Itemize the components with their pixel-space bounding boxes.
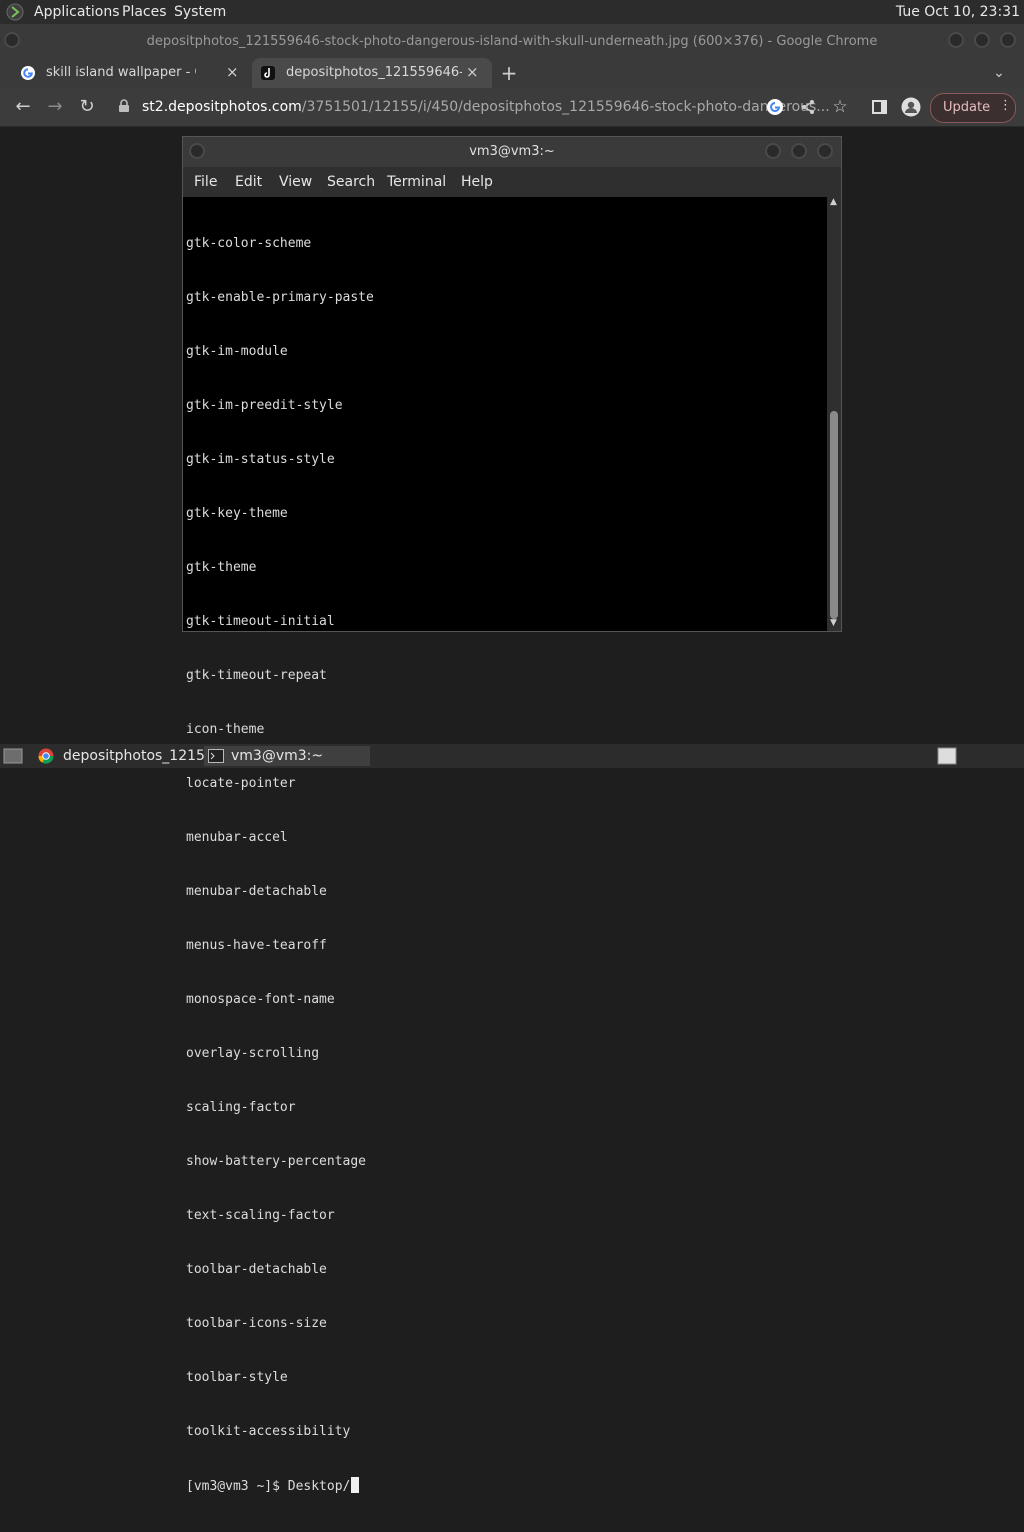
output-line: show-battery-percentage	[186, 1154, 367, 1169]
output-line: menus-have-tearoff	[186, 938, 327, 953]
terminal-close-button[interactable]	[817, 143, 833, 159]
app-logo-icon[interactable]	[6, 3, 24, 21]
chrome-window-titlebar: depositphotos_121559646-stock-photo-dang…	[0, 24, 1024, 58]
output-line: menubar-accel	[186, 830, 288, 845]
maximize-button[interactable]	[974, 32, 990, 48]
kebab-menu-icon[interactable]: ⋮	[999, 98, 1012, 113]
close-tab-icon[interactable]: ×	[466, 63, 479, 81]
menu-view[interactable]: View	[279, 174, 312, 190]
close-tab-icon[interactable]: ×	[226, 63, 239, 81]
text-cursor	[351, 1477, 360, 1493]
menu-help[interactable]: Help	[461, 174, 493, 190]
terminal-menubar: File Edit View Search Terminal Help	[183, 167, 841, 197]
output-line: menubar-detachable	[186, 884, 327, 899]
new-tab-button[interactable]: +	[498, 62, 520, 84]
terminal-maximize-button[interactable]	[791, 143, 807, 159]
bookmark-star-icon[interactable]: ☆	[829, 96, 851, 118]
terminal-icon	[208, 749, 224, 763]
output-line: gtk-im-preedit-style	[186, 398, 343, 413]
scrollbar-thumb[interactable]	[830, 411, 838, 619]
update-button-label: Update	[943, 100, 991, 115]
google-icon	[21, 66, 35, 80]
tab-label: skill island wallpaper - Google	[46, 65, 196, 80]
menu-search[interactable]: Search	[327, 174, 375, 190]
tab-label: depositphotos_121559646-sto	[286, 65, 462, 80]
output-line: gtk-timeout-repeat	[186, 668, 327, 683]
prompt-text: [vm3@vm3 ~]$ Desktop/	[186, 1479, 351, 1494]
back-arrow-icon[interactable]: ←	[12, 96, 34, 118]
top-panel: Applications Places System Tue Oct 10, 2…	[0, 0, 1024, 24]
forward-arrow-icon[interactable]: →	[44, 96, 66, 118]
menu-terminal[interactable]: Terminal	[387, 174, 446, 190]
terminal-output: gtk-color-scheme gtk-enable-primary-past…	[186, 199, 374, 1532]
output-line: overlay-scrolling	[186, 1046, 320, 1061]
applications-menu[interactable]: Applications	[34, 4, 120, 20]
scroll-up-arrow-icon[interactable]: ▲	[830, 197, 837, 207]
output-line: scaling-factor	[186, 1100, 296, 1115]
system-menu[interactable]: System	[174, 4, 226, 20]
show-desktop-icon[interactable]	[3, 748, 23, 764]
taskbar-item-label: depositphotos_1215...	[63, 748, 219, 764]
terminal-minimize-button[interactable]	[765, 143, 781, 159]
output-line: gtk-color-scheme	[186, 236, 312, 251]
taskbar-item-label: vm3@vm3:~	[231, 748, 324, 764]
output-line: locate-pointer	[186, 776, 296, 791]
update-button[interactable]: Update ⋮	[930, 93, 1016, 123]
profile-icon[interactable]	[901, 97, 921, 117]
chrome-window-title: depositphotos_121559646-stock-photo-dang…	[146, 34, 878, 49]
terminal-window-menu-button[interactable]	[189, 143, 205, 159]
prompt-line: [vm3@vm3 ~]$ Desktop/	[186, 1477, 374, 1496]
workspace-switcher-icon[interactable]	[937, 747, 957, 765]
terminal-window: vm3@vm3:~ File Edit View Search Terminal…	[182, 136, 842, 1494]
scroll-down-arrow-icon[interactable]: ▼	[830, 618, 837, 628]
lock-icon[interactable]	[118, 99, 130, 113]
places-menu[interactable]: Places	[122, 4, 167, 20]
taskbar-item-terminal[interactable]: vm3@vm3:~	[204, 746, 370, 766]
output-line: toolbar-style	[186, 1370, 288, 1385]
close-window-button[interactable]	[1000, 32, 1016, 48]
terminal-screen[interactable]: gtk-color-scheme gtk-enable-primary-past…	[183, 197, 827, 1494]
terminal-titlebar: vm3@vm3:~	[183, 137, 841, 167]
output-line: gtk-theme	[186, 560, 257, 575]
chrome-toolbar: ← → ↻ st2.depositphotos.com/3751501/1215…	[0, 88, 1024, 127]
output-line: gtk-key-theme	[186, 506, 288, 521]
output-line: gtk-im-module	[186, 344, 288, 359]
output-line: gtk-enable-primary-paste	[186, 290, 374, 305]
output-line: toolbar-detachable	[186, 1262, 327, 1277]
address-bar[interactable]: st2.depositphotos.com/3751501/12155/i/45…	[112, 93, 856, 121]
minimize-button[interactable]	[948, 32, 964, 48]
terminal-scrollbar[interactable]: ▲ ▼	[827, 197, 841, 631]
menu-file[interactable]: File	[194, 174, 217, 190]
output-line: icon-theme	[186, 722, 265, 737]
output-line: gtk-im-status-style	[186, 452, 335, 467]
reload-icon[interactable]: ↻	[76, 96, 98, 118]
terminal-title: vm3@vm3:~	[469, 144, 555, 159]
url-text: st2.depositphotos.com/3751501/12155/i/45…	[142, 99, 832, 115]
tab-google-search[interactable]: skill island wallpaper - Google ×	[12, 58, 244, 88]
output-line: gtk-timeout-initial	[186, 614, 335, 629]
bottom-taskbar: depositphotos_1215... vm3@vm3:~	[0, 744, 1024, 768]
output-line: toolkit-accessibility	[186, 1424, 351, 1439]
output-line: monospace-font-name	[186, 992, 335, 1007]
url-host: st2.depositphotos.com	[142, 99, 302, 115]
chrome-icon	[38, 748, 54, 764]
menu-edit[interactable]: Edit	[235, 174, 262, 190]
share-icon[interactable]	[800, 99, 816, 115]
tiktok-icon	[261, 66, 275, 80]
url-path: /3751501/12155/i/450/depositphotos_12155…	[301, 99, 830, 115]
tab-strip: skill island wallpaper - Google × deposi…	[0, 58, 1024, 88]
output-line: toolbar-icons-size	[186, 1316, 327, 1331]
google-icon[interactable]	[766, 98, 784, 116]
clock[interactable]: Tue Oct 10, 23:31	[896, 4, 1020, 20]
output-line: text-scaling-factor	[186, 1208, 335, 1223]
tab-depositphotos[interactable]: depositphotos_121559646-sto ×	[252, 58, 492, 88]
tab-search-chevron-down-icon[interactable]: ⌄	[988, 62, 1010, 84]
sidebar-icon[interactable]	[872, 100, 887, 114]
taskbar-item-chrome[interactable]: depositphotos_1215...	[34, 746, 218, 766]
